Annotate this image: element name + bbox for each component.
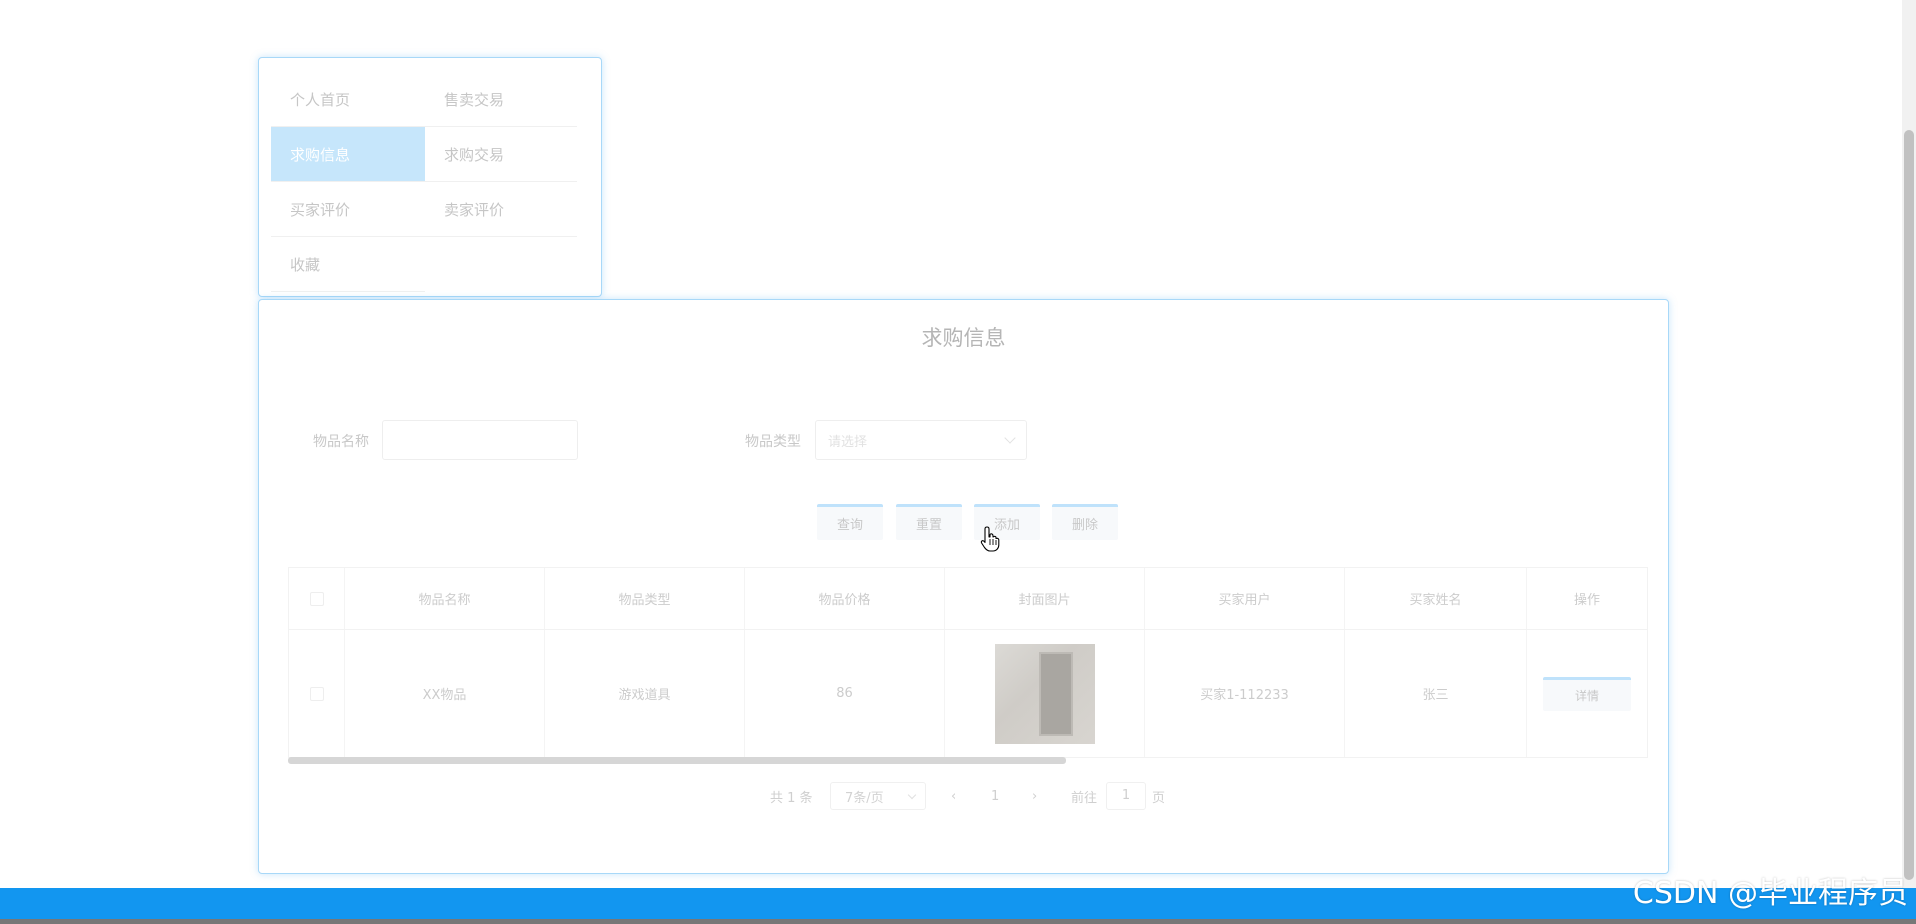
cell-item-price: 86	[745, 630, 945, 757]
col-item-name: 物品名称	[345, 568, 545, 629]
table-horizontal-scrollbar[interactable]	[288, 757, 1066, 764]
cell-buyer-user: 买家1-112233	[1145, 630, 1345, 757]
page-unit-label: 页	[1152, 790, 1166, 806]
cell-buyer-name: 张三	[1345, 630, 1527, 757]
row-checkbox[interactable]	[309, 686, 324, 701]
col-buyer-user: 买家用户	[1145, 568, 1345, 629]
col-cover-image: 封面图片	[945, 568, 1145, 629]
nav-item-seller-reviews[interactable]: 卖家评价	[425, 182, 577, 237]
nav-item-purchase-trades[interactable]: 求购交易	[425, 127, 577, 182]
delete-button[interactable]: 删除	[1052, 504, 1118, 540]
item-type-placeholder: 请选择	[828, 434, 868, 450]
item-type-label: 物品类型	[745, 434, 801, 450]
page-size-value: 7条/页	[845, 790, 884, 806]
item-name-label: 物品名称	[313, 434, 369, 450]
cell-actions: 详情	[1527, 630, 1647, 757]
goto-label: 前往	[1071, 790, 1098, 806]
col-buyer-name: 买家姓名	[1345, 568, 1527, 629]
select-all-cell	[289, 568, 345, 629]
nav-grid: 个人首页 售卖交易 求购信息 求购交易 买家评价 卖家评价 收藏	[271, 72, 577, 292]
page-size-select[interactable]: 7条/页	[830, 782, 926, 810]
table-row: XX物品 游戏道具 86 买家1-112233 张三 详情	[289, 630, 1647, 757]
page-title: 求购信息	[921, 326, 1006, 350]
item-name-input[interactable]	[382, 420, 578, 460]
watermark: CSDN @毕业程序员	[1632, 876, 1908, 911]
nav-item-buyer-reviews[interactable]: 买家评价	[271, 182, 425, 237]
next-page-button[interactable]: ›	[1032, 782, 1037, 810]
detail-button[interactable]: 详情	[1543, 676, 1631, 711]
user-nav-menu: 个人首页 售卖交易 求购信息 求购交易 买家评价 卖家评价 收藏	[258, 57, 602, 297]
vertical-scrollbar-thumb[interactable]	[1904, 130, 1914, 880]
col-actions: 操作	[1573, 593, 1600, 608]
select-all-checkbox[interactable]	[309, 591, 324, 606]
cell-cover-image	[945, 630, 1145, 757]
row-select-cell	[289, 630, 345, 757]
col-item-price: 物品价格	[745, 568, 945, 629]
table-header: 物品名称 物品类型 物品价格 封面图片 买家用户 买家姓名 操作	[289, 568, 1647, 630]
reset-button[interactable]: 重置	[896, 504, 962, 540]
door-image-icon	[1038, 651, 1073, 736]
chevron-down-icon	[1004, 432, 1016, 444]
chevron-down-icon	[907, 790, 917, 800]
nav-item-sale-trades[interactable]: 售卖交易	[425, 72, 577, 127]
item-type-select[interactable]: 请选择	[815, 420, 1027, 460]
cell-item-type: 游戏道具	[545, 630, 745, 757]
pager-total: 共 1 条	[770, 790, 813, 806]
query-button[interactable]: 查询	[817, 504, 883, 540]
nav-item-favorites[interactable]: 收藏	[271, 237, 425, 292]
col-item-type: 物品类型	[545, 568, 745, 629]
bottom-bar	[0, 888, 1916, 924]
cell-item-name: XX物品	[345, 630, 545, 757]
purchase-table: 物品名称 物品类型 物品价格 封面图片 买家用户 买家姓名 操作 XX物品 游戏…	[288, 567, 1648, 758]
hand-cursor-icon	[980, 526, 1000, 552]
page-number-1[interactable]: 1	[991, 782, 999, 810]
bottom-strip	[0, 919, 1916, 924]
page-root: 个人首页 售卖交易 求购信息 求购交易 买家评价 卖家评价 收藏 求购信息 物品…	[0, 0, 1916, 924]
nav-item-home[interactable]: 个人首页	[271, 72, 425, 127]
cover-image[interactable]	[994, 643, 1095, 744]
nav-item-purchase-info[interactable]: 求购信息	[271, 127, 425, 182]
vertical-scrollbar[interactable]	[1902, 0, 1916, 888]
prev-page-button[interactable]: ‹	[951, 782, 956, 810]
goto-page-input[interactable]: 1	[1106, 782, 1146, 810]
